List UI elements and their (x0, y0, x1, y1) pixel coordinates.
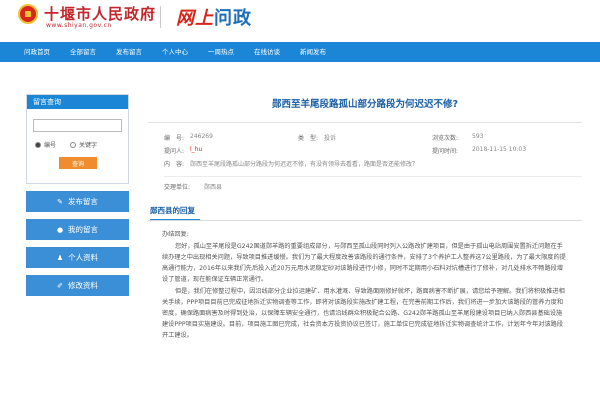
post-detail: 郧西至羊尾段路孤山部分路段为何迟迟不修? 编 号: 246269 类 型: 投诉… (148, 87, 582, 400)
site-url: www.shiyan.gov.cn (46, 22, 112, 29)
content-label: 内 容: (164, 161, 185, 168)
nav-item-personal-center[interactable]: 个人中心 (152, 42, 198, 62)
type-value: 投诉 (324, 135, 337, 142)
main-nav: 问政首页 全部留言 发布留言 个人中心 一周热点 在线访谈 新闻发布 (0, 42, 600, 62)
post-dept: 交理单位: 郧西县 (164, 182, 582, 195)
edit-profile-button[interactable]: ✐ 修改资料 (26, 275, 129, 296)
id-value: 246269 (190, 133, 213, 140)
profile-label: 个人资料 (68, 253, 99, 262)
nav-item-post-message[interactable]: 发布留言 (106, 42, 152, 62)
views-value: 593 (472, 133, 484, 140)
meta-row-2: 提问人: l_hu 提问时间: 2018-11-15 10:03 (164, 146, 582, 159)
radio-id[interactable] (35, 141, 41, 148)
post-meta: 编 号: 246269 类 型: 投诉 浏览次数: 593 提问人: l_hu … (164, 133, 582, 172)
nav-item-home[interactable]: 问政首页 (22, 42, 60, 62)
radio-keyword[interactable] (70, 141, 77, 148)
search-button[interactable]: 查询 (59, 157, 97, 169)
search-input[interactable] (33, 119, 122, 132)
edit-profile-label: 修改资料 (67, 281, 98, 290)
site-title[interactable]: 十堰市人民政府 (44, 3, 156, 24)
header-divider (160, 6, 161, 28)
radio-id-label: 编号 (44, 142, 57, 149)
edit-icon: ✐ (57, 281, 63, 290)
meta-row-dept: 交理单位: 郧西县 (164, 182, 582, 195)
nav-item-all-messages[interactable]: 全部留言 (60, 42, 106, 62)
brand-logo[interactable]: 网上问政 (176, 4, 252, 30)
reply-section-title: 郧西县的回复 (150, 205, 200, 221)
post-message-button[interactable]: ✎ 发布留言 (26, 191, 129, 212)
meta-row-3: 内 容: 郧西至羊尾段路孤山部分路段为何迟迟不修，有没有领导去看看，路面是否还能… (164, 159, 582, 172)
search-type-options: 编号 关键字 (35, 140, 128, 149)
sidebar: 留言查询 编号 关键字 查询 ✎ 发布留言 ● 我的留言 ♟ 个人资料 ✐ 修改资料 (26, 94, 129, 296)
my-messages-label: 我的留言 (68, 225, 99, 234)
meta-row-1: 编 号: 246269 类 型: 投诉 浏览次数: 593 (164, 133, 582, 146)
reply-paragraph: 但是，我们在修整过程中，因沿线部分企业拉运建矿、用水灌溉、导致路面刚修好就坏，路… (162, 288, 565, 339)
nav-item-weekly-hot[interactable]: 一周热点 (198, 42, 244, 62)
time-label: 提问时间: (432, 148, 459, 155)
reply-paragraph: 您好，孤山至羊尾段是G242国道郧羊路的重要组成部分，与郧西至孤山段同时列入公路… (162, 243, 566, 283)
reply-body: 办结回复: 您好，孤山至羊尾段是G242国道郧羊路的重要组成部分，与郧西至孤山段… (162, 229, 568, 341)
my-messages-button[interactable]: ● 我的留言 (26, 219, 129, 240)
site-header: 十堰市人民政府 www.shiyan.gov.cn 网上问政 (0, 0, 600, 40)
pencil-icon: ✎ (57, 197, 63, 206)
national-emblem-icon (18, 4, 38, 24)
dept-value: 郧西县 (204, 184, 223, 191)
id-label: 编 号: (164, 135, 185, 142)
title-divider (148, 122, 582, 123)
chat-icon: ● (56, 225, 64, 234)
time-value: 2018-11-15 10:03 (472, 146, 527, 153)
dept-label: 交理单位: (164, 184, 191, 191)
meta-divider (164, 176, 582, 177)
nav-item-online-interview[interactable]: 在线访谈 (244, 42, 290, 62)
reply-divider (148, 220, 582, 221)
search-box-title: 留言查询 (27, 95, 128, 109)
message-search-box: 留言查询 编号 关键字 查询 (26, 94, 129, 184)
user-icon: ♟ (56, 253, 64, 262)
content-value: 郧西至羊尾段路孤山部分路段为何迟迟不修，有没有领导去看看，路面是否还能修改？ (190, 161, 419, 168)
brand-part-2: 问政 (214, 8, 252, 29)
type-label: 类 型: (298, 135, 319, 142)
post-message-label: 发布留言 (67, 197, 98, 206)
author-label: 提问人: (164, 148, 185, 155)
author-link[interactable]: l_hu (190, 146, 298, 159)
profile-button[interactable]: ♟ 个人资料 (26, 247, 129, 268)
brand-part-1: 网上 (176, 8, 214, 29)
nav-item-press-release[interactable]: 新闻发布 (290, 42, 336, 62)
radio-keyword-label: 关键字 (79, 142, 98, 149)
views-label: 浏览次数: (432, 135, 459, 142)
reply-salute: 办结回复: (162, 231, 189, 238)
page-title: 郧西至羊尾段路孤山部分路段为何迟迟不修? (271, 99, 458, 110)
